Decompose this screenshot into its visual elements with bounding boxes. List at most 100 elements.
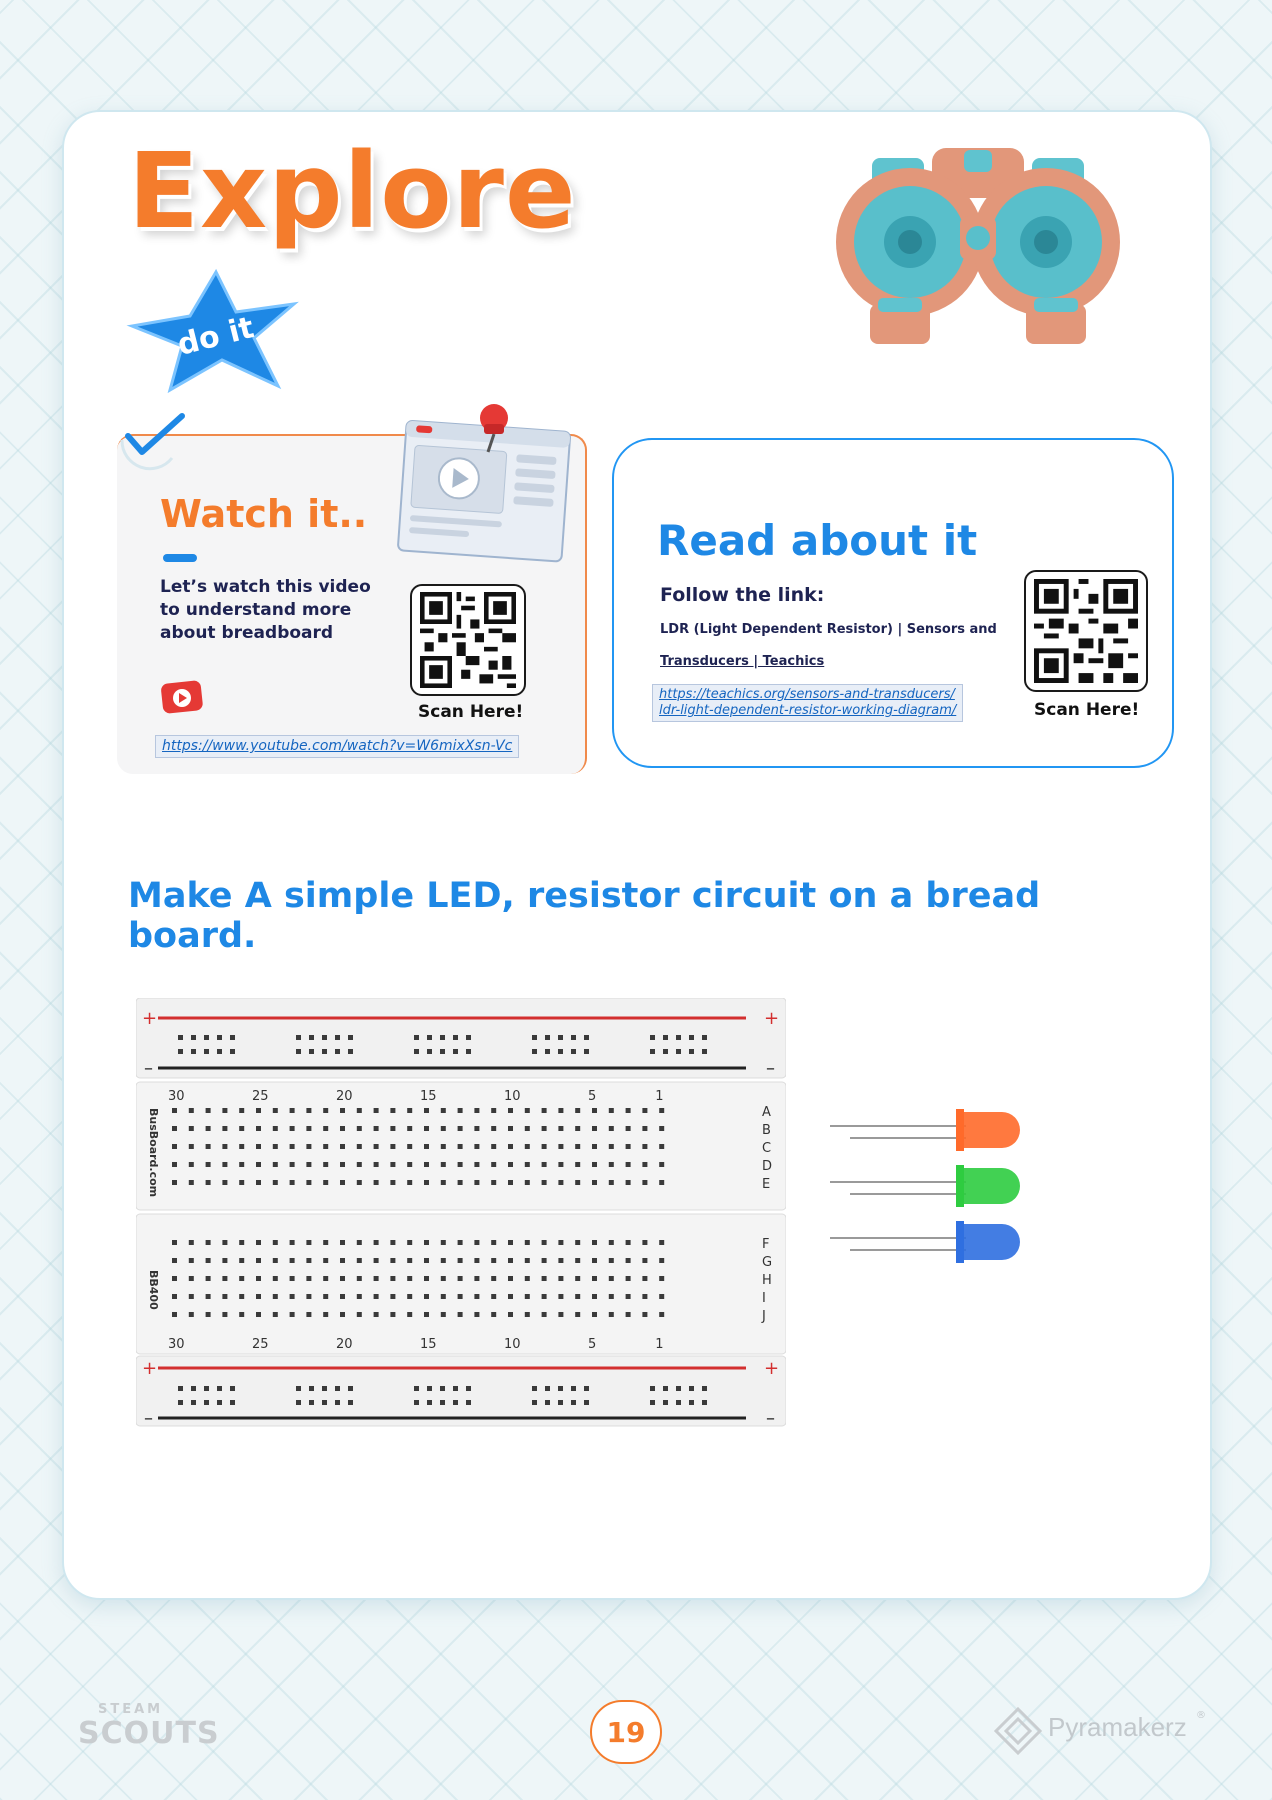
teachics-link-line2[interactable]: ldr-light-dependent-resistor-working-dia… [659, 703, 956, 718]
led-components [830, 1109, 1020, 1263]
rail-hole [584, 1386, 589, 1391]
terminal-hole [256, 1258, 261, 1263]
terminal-hole [256, 1126, 261, 1131]
teachics-link-line1[interactable]: https://teachics.org/sensors-and-transdu… [659, 687, 955, 702]
terminal-hole [524, 1108, 530, 1113]
rail-hole [650, 1386, 655, 1391]
terminal-hole [457, 1144, 463, 1149]
terminal-hole [373, 1276, 379, 1281]
terminal-hole [205, 1180, 211, 1185]
row-label: B [762, 1123, 771, 1138]
terminal-hole [323, 1294, 329, 1299]
rail-hole [584, 1049, 589, 1054]
terminal-hole [659, 1108, 665, 1113]
terminal-hole [188, 1144, 194, 1149]
terminal-hole [239, 1294, 245, 1299]
terminal-hole [256, 1180, 261, 1185]
terminal-hole [205, 1126, 211, 1131]
terminal-hole [407, 1276, 413, 1281]
terminal-hole [323, 1180, 329, 1185]
rail-hole [584, 1035, 589, 1040]
terminal-hole [608, 1312, 614, 1317]
rail-hole [584, 1400, 589, 1405]
terminal-hole [491, 1294, 497, 1299]
terminal-hole [659, 1180, 665, 1185]
terminal-hole [407, 1258, 413, 1263]
column-label: 5 [588, 1337, 596, 1352]
rail-sign: + [764, 1008, 779, 1029]
terminal-hole [340, 1240, 345, 1245]
terminal-hole [407, 1240, 413, 1245]
terminal-hole [188, 1108, 194, 1113]
rail-hole [650, 1049, 655, 1054]
rail-hole [296, 1049, 301, 1054]
terminal-hole [440, 1294, 446, 1299]
terminal-hole [306, 1126, 312, 1131]
terminal-hole [188, 1126, 194, 1131]
terminal-hole [356, 1162, 362, 1167]
rail-hole [466, 1035, 471, 1040]
youtube-link[interactable]: https://www.youtube.com/watch?v=W6mixXsn… [155, 735, 520, 758]
terminal-hole [306, 1276, 312, 1281]
terminal-hole [205, 1294, 211, 1299]
terminal-hole [188, 1240, 194, 1245]
watch-qr-code[interactable] [410, 584, 526, 696]
terminal-hole [608, 1240, 614, 1245]
terminal-hole [541, 1294, 547, 1299]
terminal-hole [524, 1144, 530, 1149]
terminal-hole [558, 1276, 564, 1281]
terminal-hole [474, 1144, 480, 1149]
terminal-hole [306, 1144, 312, 1149]
terminal-hole [222, 1180, 228, 1185]
terminal-hole [222, 1240, 228, 1245]
terminal-hole [239, 1126, 245, 1131]
rail-hole [335, 1400, 340, 1405]
terminal-hole [608, 1276, 614, 1281]
rail-hole [571, 1035, 576, 1040]
terminal-hole [608, 1144, 614, 1149]
column-label: 15 [420, 1337, 437, 1352]
terminal-hole [592, 1294, 597, 1299]
rail-hole [558, 1049, 563, 1054]
terminal-hole [608, 1258, 614, 1263]
terminal-hole [608, 1294, 614, 1299]
teachics-link[interactable]: https://teachics.org/sensors-and-transdu… [652, 684, 964, 722]
terminal-hole [457, 1312, 463, 1317]
terminal-hole [256, 1294, 261, 1299]
row-label: F [762, 1237, 769, 1252]
terminal-hole [625, 1276, 631, 1281]
rail-hole [309, 1049, 314, 1054]
rail-hole [571, 1386, 576, 1391]
terminal-hole [491, 1180, 497, 1185]
terminal-hole [608, 1180, 614, 1185]
terminal-hole [592, 1108, 597, 1113]
do-it-badge: do it [126, 268, 299, 394]
terminal-hole [188, 1294, 194, 1299]
terminal-hole [172, 1294, 177, 1299]
terminal-hole [289, 1144, 295, 1149]
terminal-hole [592, 1180, 597, 1185]
rail-hole [440, 1400, 445, 1405]
rail-hole [191, 1035, 196, 1040]
terminal-hole [491, 1276, 497, 1281]
read-qr-code[interactable] [1024, 570, 1148, 692]
terminal-hole [491, 1126, 497, 1131]
terminal-hole [508, 1108, 513, 1113]
rail-sign: – [766, 1408, 775, 1428]
terminal-hole [373, 1312, 379, 1317]
rail-hole [558, 1386, 563, 1391]
rail-hole [689, 1049, 694, 1054]
rail-hole [663, 1049, 668, 1054]
terminal-hole [541, 1258, 547, 1263]
terminal-hole [289, 1258, 295, 1263]
terminal-hole [440, 1126, 446, 1131]
terminal-hole [407, 1144, 413, 1149]
breadboard-brand: BusBoard.com [147, 1108, 160, 1197]
terminal-hole [608, 1108, 614, 1113]
youtube-icon[interactable] [158, 678, 206, 718]
row-label: C [762, 1141, 771, 1156]
row-label: I [762, 1291, 766, 1306]
video-browser-icon [397, 404, 571, 563]
terminal-hole [659, 1144, 665, 1149]
rail-hole [217, 1049, 222, 1054]
